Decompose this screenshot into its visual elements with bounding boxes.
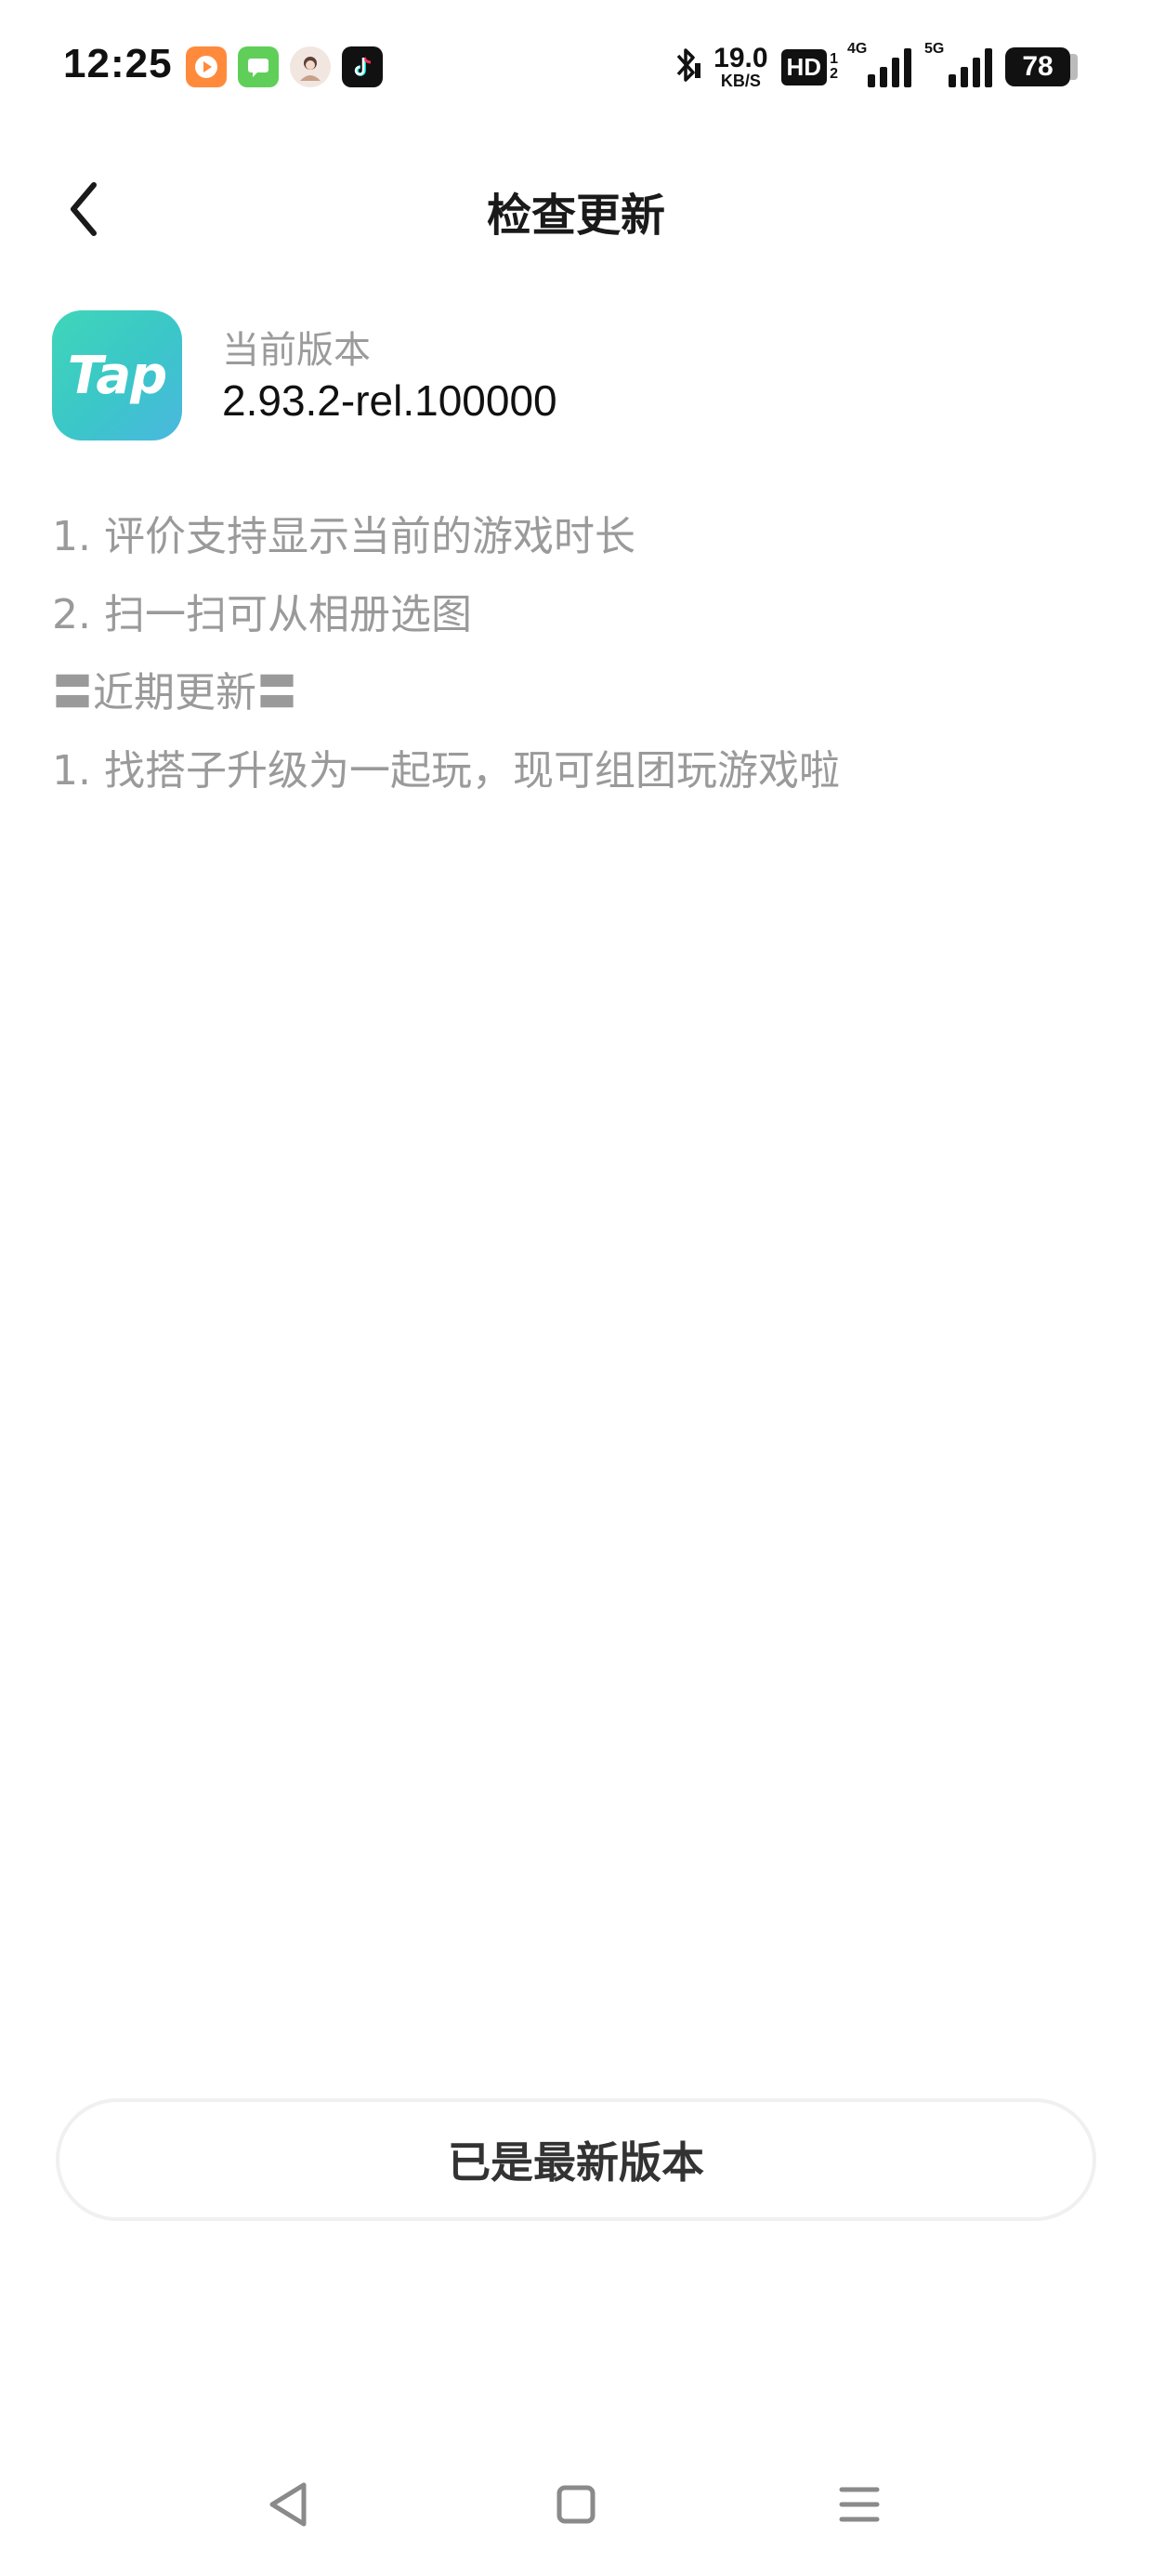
tiktok-icon — [342, 46, 383, 87]
home-square-icon — [556, 2485, 596, 2524]
nav-back-button[interactable] — [242, 2453, 334, 2556]
version-value: 2.93.2-rel.100000 — [222, 376, 557, 425]
page-title: 检查更新 — [486, 190, 665, 242]
bluetooth-icon — [673, 45, 701, 89]
status-time: 12:25 — [63, 41, 173, 86]
signal-5g-label: 5G — [924, 41, 945, 57]
network-speed-value: 19.0 — [713, 43, 768, 73]
hd-sub-bottom: 2 — [830, 66, 838, 82]
signal-4g-label: 4G — [847, 41, 868, 57]
hd-label: HD — [780, 48, 828, 85]
notification-icons — [186, 46, 383, 87]
message-app-icon — [238, 46, 279, 87]
signal-4g-icon: 4G — [847, 41, 911, 87]
battery-icon: 78 — [1005, 47, 1078, 86]
hd-sub: 1 2 — [830, 52, 838, 82]
nav-menu-button[interactable] — [813, 2453, 906, 2556]
changelog: 1. 评价支持显示当前的游戏时长 2. 扫一扫可从相册选图 〓近期更新〓 1. … — [52, 509, 1093, 821]
latest-version-button[interactable]: 已是最新版本 — [56, 2098, 1096, 2221]
app-logo-text: Tap — [67, 345, 167, 406]
battery-level: 78 — [1005, 47, 1070, 86]
check-update-screen: 12:25 19.0 KB/S HD 1 2 4G 5G 78 检查更新 Tap… — [0, 0, 1152, 2576]
hd-sub-top: 1 — [830, 51, 838, 67]
hd-voice-badge: HD 1 2 — [780, 48, 838, 85]
app-info: Tap 当前版本 2.93.2-rel.100000 — [52, 310, 1093, 440]
status-indicators: 19.0 KB/S HD 1 2 4G 5G 78 — [673, 41, 1078, 91]
tap-logo-icon: Tap — [52, 310, 182, 440]
changelog-item: 2. 扫一扫可从相册选图 — [52, 591, 472, 638]
back-triangle-icon — [269, 2482, 307, 2527]
avatar-app-icon — [290, 46, 331, 87]
version-label: 当前版本 — [222, 329, 371, 372]
navigation-bar — [0, 2453, 1152, 2556]
changelog-item: 1. 评价支持显示当前的游戏时长 — [52, 513, 635, 560]
latest-version-label: 已是最新版本 — [448, 2137, 704, 2188]
changelog-section-heading: 〓近期更新〓 — [52, 669, 297, 716]
nav-home-button[interactable] — [530, 2453, 622, 2556]
changelog-item: 1. 找搭子升级为一起玩，现可组团玩游戏啦 — [52, 747, 840, 795]
network-speed: 19.0 KB/S — [713, 43, 768, 90]
signal-5g-icon: 5G — [924, 41, 992, 87]
menu-lines-icon — [839, 2487, 880, 2522]
network-speed-unit: KB/S — [720, 72, 761, 90]
video-app-icon — [186, 46, 227, 87]
header: 检查更新 — [0, 158, 1152, 260]
status-bar: 12:25 19.0 KB/S HD 1 2 4G 5G 78 — [0, 0, 1152, 139]
